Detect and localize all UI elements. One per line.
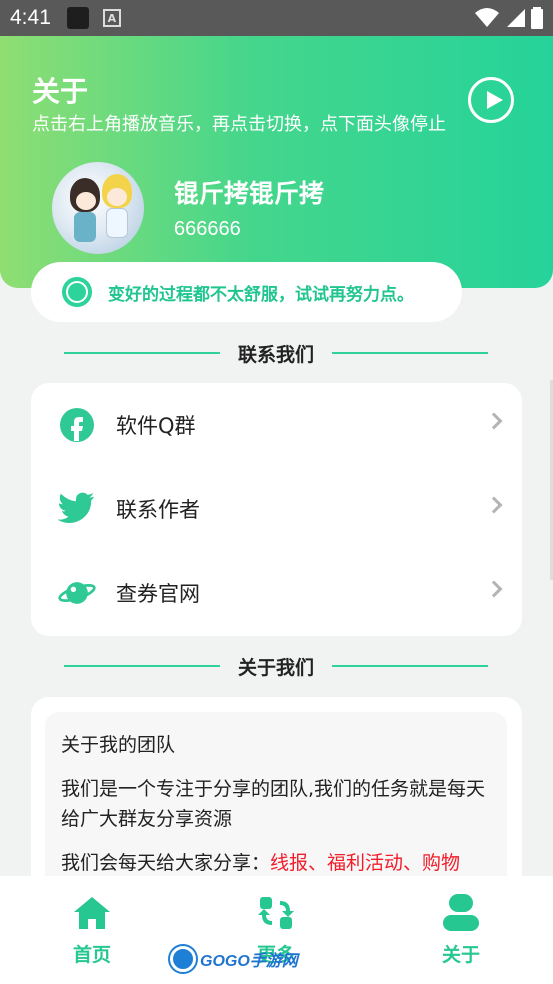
contact-item-website[interactable]: 查券官网: [31, 551, 522, 635]
divider-line: [332, 352, 489, 354]
battery-icon: [531, 7, 543, 29]
person-icon: [442, 894, 480, 932]
watermark-text: GOGO手游网: [200, 953, 298, 970]
tab-label: 首页: [72, 944, 111, 966]
notification-square-icon: [66, 7, 89, 29]
about-text-box: 关于我的团队 我们是一个专注于分享的团队,我们的任务就是每天给广大群友分享资源 …: [45, 712, 507, 892]
motto-card: 变好的过程都不太舒服，试试再努力点。: [31, 262, 462, 322]
about-text: 我们会每天给大家分享：: [61, 852, 271, 874]
page-subtitle: 点击右上角播放音乐，再点击切换，点下面头像停止: [32, 114, 446, 135]
about-paragraph: 我们是一个专注于分享的团队,我们的任务就是每天给广大群友分享资源: [61, 778, 486, 830]
divider-line: [64, 352, 220, 354]
avatar-face-right: [107, 188, 127, 206]
divider-line: [64, 665, 220, 667]
notification-a-icon: A: [102, 9, 121, 27]
planet-icon: [58, 574, 96, 612]
profile-name: 锟斤拷锟斤拷: [174, 179, 325, 208]
avatar-body-left: [74, 212, 96, 242]
contact-section-heading: 联系我们: [64, 338, 489, 368]
about-section-heading: 关于我们: [64, 651, 489, 681]
profile-id: 666666: [174, 218, 241, 240]
about-paragraph-partial: 我们会每天给大家分享：线报、福利活动、购物: [61, 848, 491, 878]
motto-text: 变好的过程都不太舒服，试试再努力点。: [108, 284, 414, 305]
radio-dot-icon: [62, 277, 92, 307]
contact-item-qq-group[interactable]: 软件Q群: [31, 383, 522, 467]
play-music-button[interactable]: [468, 77, 514, 123]
watermark-logo-icon: [170, 946, 196, 972]
signal-icon: [507, 9, 525, 27]
home-icon: [73, 894, 111, 932]
page-title: 关于: [32, 75, 89, 108]
about-paragraph: 关于我的团队: [61, 734, 176, 756]
avatar[interactable]: [52, 162, 144, 254]
about-card: 关于我的团队 我们是一个专注于分享的团队,我们的任务就是每天给广大群友分享资源 …: [31, 697, 522, 897]
chevron-right-icon: [485, 412, 503, 430]
tab-label: 关于: [441, 944, 480, 966]
status-bar: 4:41 A: [0, 0, 553, 36]
contact-card: 软件Q群 联系作者 查券官网: [31, 383, 522, 636]
watermark: GOGO手游网: [170, 944, 298, 974]
facebook-icon: [58, 406, 96, 444]
tab-home[interactable]: 首页: [22, 876, 162, 984]
clock: 4:41: [10, 6, 51, 29]
contact-item-author[interactable]: 联系作者: [31, 467, 522, 551]
avatar-body-right: [106, 208, 128, 238]
contact-item-label: 查券官网: [116, 582, 200, 606]
twitter-icon: [58, 490, 96, 528]
about-highlight-text: 线报、福利活动、购物: [270, 852, 461, 874]
tab-about[interactable]: 关于: [391, 876, 531, 984]
wifi-icon: [475, 8, 499, 27]
contact-heading-label: 联系我们: [238, 343, 315, 366]
divider-line: [332, 665, 489, 667]
chevron-right-icon: [485, 580, 503, 598]
contact-item-label: 软件Q群: [116, 414, 196, 438]
status-icons: [475, 7, 543, 29]
about-heading-label: 关于我们: [238, 656, 315, 679]
avatar-face-left: [76, 192, 96, 210]
refresh-icon: [257, 894, 295, 932]
chevron-right-icon: [485, 496, 503, 514]
contact-item-label: 联系作者: [116, 498, 200, 522]
